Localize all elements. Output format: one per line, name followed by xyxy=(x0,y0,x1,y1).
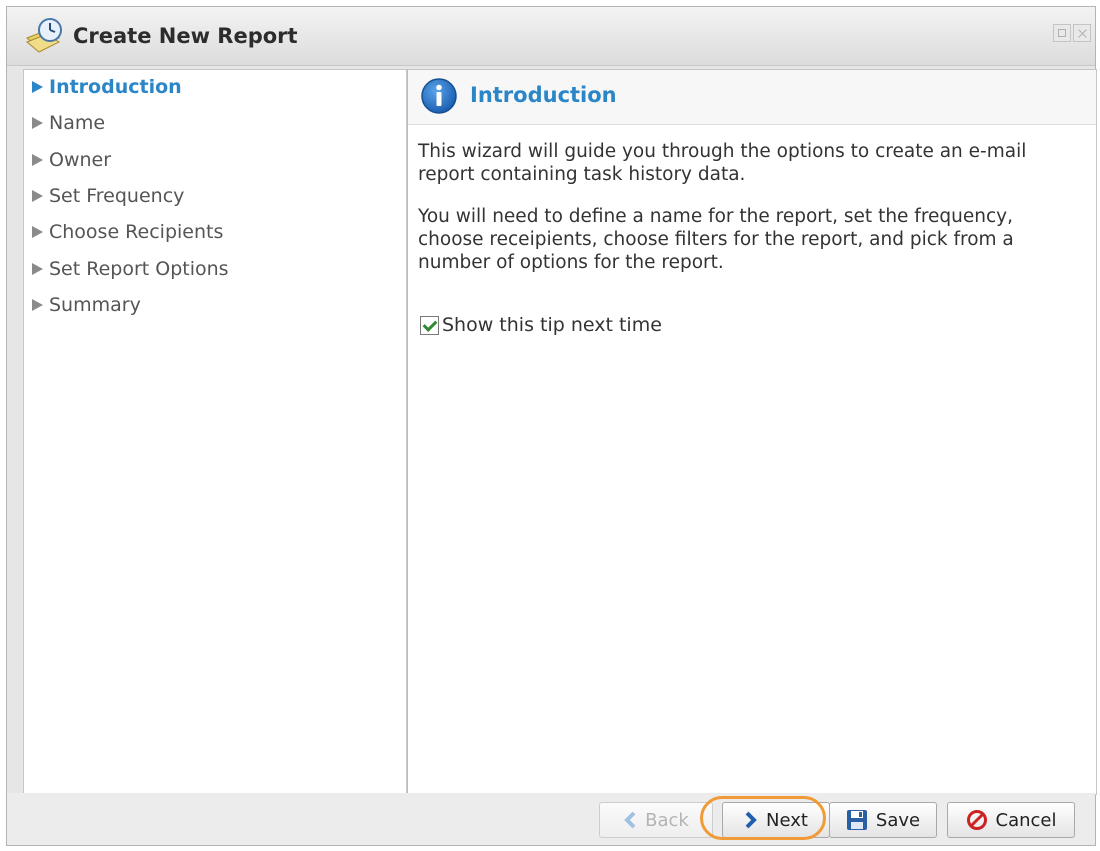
info-icon xyxy=(421,78,457,114)
show-tip-checkbox[interactable] xyxy=(420,315,439,335)
step-set-report-options[interactable]: Set Report Options xyxy=(32,256,229,282)
save-button-label: Save xyxy=(875,809,921,831)
show-tip-label: Show this tip next time xyxy=(442,314,662,336)
title-bar[interactable]: Create New Report xyxy=(7,7,1095,66)
cancel-button[interactable]: Cancel xyxy=(947,802,1075,838)
wizard-content-panel: Introduction This wizard will guide you … xyxy=(407,69,1097,795)
step-name[interactable]: Name xyxy=(32,110,105,136)
step-arrow-icon xyxy=(32,226,43,238)
step-choose-recipients[interactable]: Choose Recipients xyxy=(32,219,223,245)
step-label: Summary xyxy=(49,294,141,316)
cancel-icon xyxy=(966,810,987,830)
show-tip-checkbox-row[interactable]: Show this tip next time xyxy=(420,314,662,336)
button-bar: Back Next Save Cancel xyxy=(7,793,1095,845)
back-button[interactable]: Back xyxy=(599,802,713,838)
step-arrow-icon xyxy=(32,154,43,166)
details-paragraph: You will need to define a name for the r… xyxy=(418,206,1014,273)
chevron-right-icon xyxy=(745,811,757,829)
intro-paragraph: This wizard will guide you through the o… xyxy=(418,141,1027,185)
dialog-title: Create New Report xyxy=(73,24,298,48)
step-owner[interactable]: Owner xyxy=(32,147,111,173)
chevron-left-icon xyxy=(624,811,636,829)
step-arrow-icon xyxy=(32,263,43,275)
next-button[interactable]: Next xyxy=(722,802,830,838)
report-clock-icon xyxy=(26,18,62,53)
save-button[interactable]: Save xyxy=(829,802,937,838)
step-label: Set Report Options xyxy=(49,258,229,280)
close-icon[interactable] xyxy=(1073,24,1091,42)
next-button-label: Next xyxy=(766,809,808,831)
step-arrow-icon xyxy=(32,299,43,311)
step-label: Name xyxy=(49,112,106,134)
step-arrow-icon xyxy=(32,117,43,129)
back-button-label: Back xyxy=(645,809,689,831)
step-label: Introduction xyxy=(49,76,182,98)
step-label: Owner xyxy=(49,149,112,171)
restore-icon[interactable] xyxy=(1053,24,1071,42)
content-header: Introduction xyxy=(408,70,1096,125)
step-set-frequency[interactable]: Set Frequency xyxy=(32,183,184,209)
step-label: Set Frequency xyxy=(49,185,185,207)
create-report-dialog: Create New Report Introduction Name Owne… xyxy=(6,6,1097,846)
wizard-steps-panel: Introduction Name Owner Set Frequency Ch… xyxy=(23,69,407,795)
step-summary[interactable]: Summary xyxy=(32,292,141,318)
step-label: Choose Recipients xyxy=(49,221,224,243)
step-arrow-icon xyxy=(32,81,43,93)
step-introduction[interactable]: Introduction xyxy=(32,74,182,100)
window-controls xyxy=(1053,24,1091,42)
cancel-button-label: Cancel xyxy=(995,809,1057,831)
content-title: Introduction xyxy=(470,83,617,107)
step-arrow-icon xyxy=(32,190,43,202)
floppy-disk-icon xyxy=(846,810,867,830)
